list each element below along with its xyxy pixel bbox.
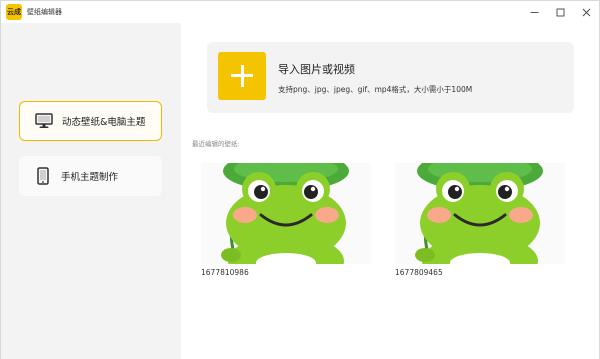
maximize-button[interactable] (547, 1, 573, 23)
close-button[interactable] (573, 1, 599, 23)
window-controls (521, 1, 599, 23)
monitor-icon (34, 111, 54, 131)
plus-icon-vertical (240, 65, 244, 87)
import-media-card[interactable]: 导入图片或视频 支持png、jpg、jpeg、gif、mp4格式，大小需小于10… (207, 42, 574, 113)
import-format-hint: 支持png、jpg、jpeg、gif、mp4格式，大小需小于100M (278, 85, 473, 94)
title-bar: 云成 壁纸编辑器 (1, 1, 599, 23)
import-title: 导入图片或视频 (278, 63, 355, 76)
phone-icon (33, 166, 53, 186)
recent-wallpapers-label: 最近编辑的壁纸: (192, 140, 240, 148)
import-button[interactable] (218, 52, 266, 100)
sidebar-item-label: 动态壁纸&电脑主题 (62, 117, 146, 128)
app-window: 云成 壁纸编辑器 动态壁纸&电脑主题 手机主题制作 导入图片或视频 支持png、… (0, 0, 600, 359)
app-title: 壁纸编辑器 (27, 8, 62, 16)
main-content: 导入图片或视频 支持png、jpg、jpeg、gif、mp4格式，大小需小于10… (181, 23, 599, 359)
wallpaper-thumbnail[interactable] (395, 163, 565, 264)
app-logo: 云成 (6, 4, 22, 20)
wallpaper-name: 1677810986 (201, 268, 249, 277)
wallpaper-name: 1677809465 (395, 268, 443, 277)
sidebar-item-desktop-theme[interactable]: 动态壁纸&电脑主题 (19, 101, 162, 141)
minimize-icon (530, 11, 538, 13)
wallpaper-thumbnail[interactable] (201, 163, 371, 264)
sidebar-item-label: 手机主题制作 (61, 172, 119, 183)
frog-wallpaper-image (201, 163, 371, 264)
close-icon (582, 8, 590, 16)
sidebar-item-phone-theme[interactable]: 手机主题制作 (19, 156, 162, 196)
minimize-button[interactable] (521, 1, 547, 23)
sidebar: 动态壁纸&电脑主题 手机主题制作 (1, 23, 181, 359)
maximize-icon (556, 8, 564, 16)
frog-wallpaper-image (395, 163, 565, 264)
